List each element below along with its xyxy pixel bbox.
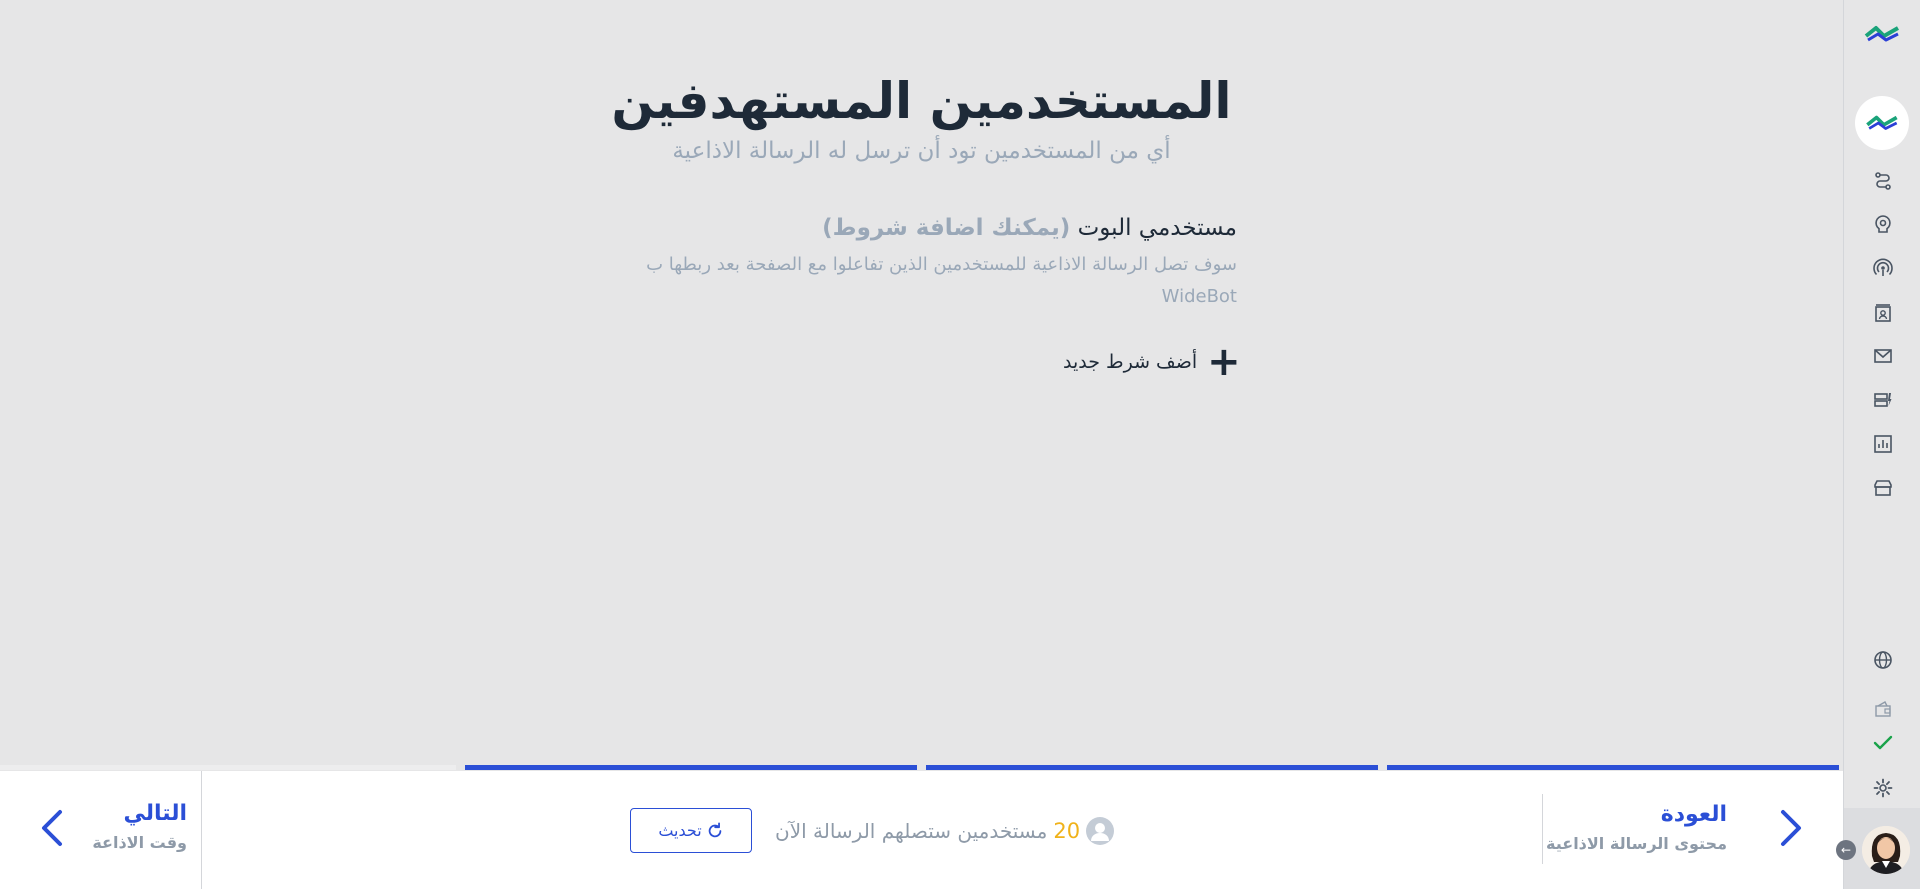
page-title: المستخدمين المستهدفين	[611, 72, 1232, 130]
brain-icon[interactable]	[1871, 212, 1895, 236]
progress-step-1	[1387, 765, 1839, 770]
progress-step-3	[465, 765, 917, 770]
user-avatar[interactable]	[1862, 826, 1910, 874]
section-heading-label: مستخدمي البوت	[1077, 215, 1237, 241]
globe-icon[interactable]	[1871, 648, 1895, 672]
section-heading-hint: (يمكنك اضافة شروط)	[822, 215, 1071, 241]
add-condition-label: أضف شرط جديد	[1063, 351, 1198, 373]
main-content: المستخدمين المستهدفين أي من المستخدمين ت…	[0, 0, 1843, 770]
back-button[interactable]: العودة محتوى الرسالة الاذاعية	[1542, 794, 1843, 864]
arrow-left-icon: ←	[1840, 843, 1852, 857]
page-subtitle: أي من المستخدمين تود أن ترسل له الرسالة …	[672, 138, 1171, 164]
templates-icon[interactable]	[1871, 388, 1895, 412]
chevron-right-icon	[1781, 810, 1801, 846]
flows-icon[interactable]	[1871, 169, 1895, 193]
progress-step-4	[0, 765, 456, 770]
progress-step-2	[926, 765, 1378, 770]
mail-icon[interactable]	[1871, 344, 1895, 368]
next-button[interactable]: التالي وقت الاذاعة	[0, 771, 202, 889]
section-description: سوف تصل الرسالة الاذاعية للمستخدمين الذي…	[646, 254, 1237, 307]
users-label: مستخدمين ستصلهم الرسالة الآن	[775, 819, 1048, 843]
logo-icon[interactable]	[1864, 22, 1900, 46]
wallet-icon[interactable]	[1871, 697, 1895, 721]
chevron-left-icon	[42, 810, 62, 846]
broadcast-icon[interactable]	[1871, 256, 1895, 280]
wizard-footer: التالي وقت الاذاعة تحديث 20 مستخدمين ستص…	[0, 771, 1843, 889]
next-sublabel: وقت الاذاعة	[92, 833, 187, 852]
users-count: 20	[1053, 819, 1081, 843]
back-sublabel: محتوى الرسالة الاذاعية	[1546, 834, 1727, 853]
analytics-icon[interactable]	[1871, 432, 1895, 456]
bot-avatar[interactable]	[1855, 96, 1909, 150]
section-heading: مستخدمي البوت (يمكنك اضافة شروط)	[600, 215, 1237, 241]
add-condition-button[interactable]: + أضف شرط جديد	[1063, 339, 1241, 385]
plus-icon: +	[1207, 339, 1241, 385]
back-label: العودة	[1660, 802, 1727, 827]
refresh-label: تحديث	[658, 821, 702, 840]
check-icon[interactable]	[1871, 731, 1895, 755]
right-sidebar	[1843, 0, 1920, 889]
bot-users-section: مستخدمي البوت (يمكنك اضافة شروط) سوف تصل…	[600, 215, 1237, 313]
refresh-button[interactable]: تحديث	[630, 808, 752, 853]
collapse-sidebar-button[interactable]: ←	[1836, 840, 1856, 860]
recipient-count: 20 مستخدمين ستصلهم الرسالة الآن	[775, 817, 1115, 845]
refresh-icon	[708, 821, 721, 837]
settings-icon[interactable]	[1871, 776, 1895, 800]
user-icon	[1086, 817, 1115, 845]
store-icon[interactable]	[1871, 476, 1895, 500]
next-label: التالي	[123, 801, 187, 826]
contacts-icon[interactable]	[1871, 301, 1895, 325]
